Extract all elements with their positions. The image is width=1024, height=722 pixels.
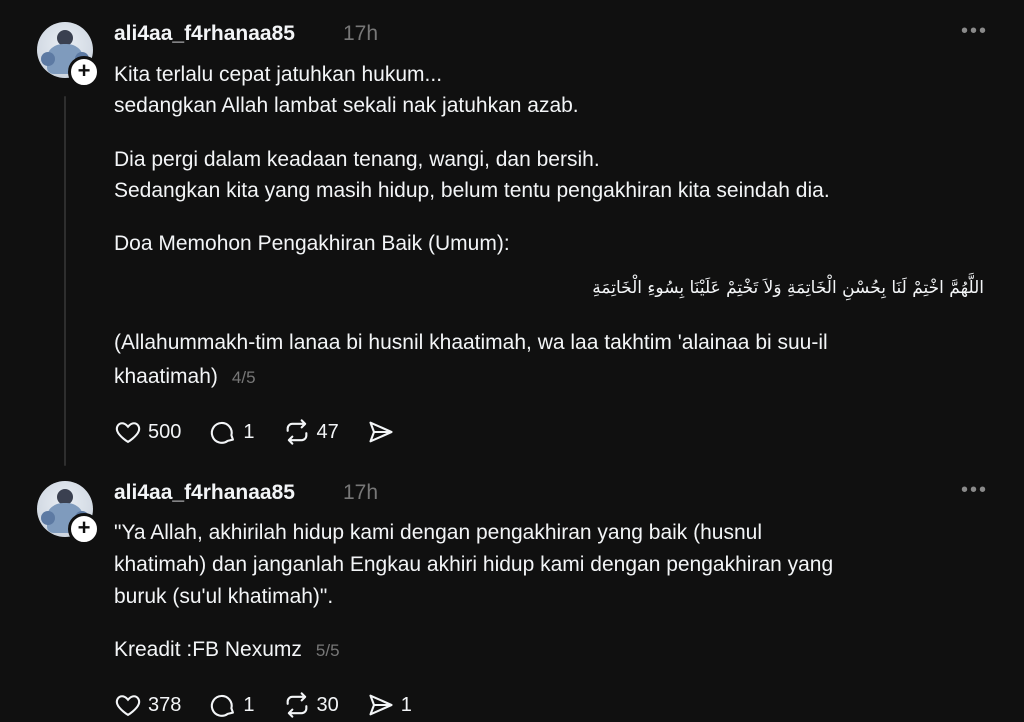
post-credit: Kreadit :FB Nexumz 5/5	[114, 634, 994, 666]
thread-connector-line	[64, 96, 66, 466]
repost-icon	[286, 419, 307, 445]
repost-count: 30	[316, 693, 339, 716]
share-count: 1	[400, 693, 412, 716]
post-time: 17h	[343, 22, 379, 45]
comment-icon	[211, 421, 235, 444]
username[interactable]: ali4aa_f4rhanaa85	[114, 22, 295, 46]
like-count: 500	[148, 420, 182, 443]
follow-plus-button[interactable]: +	[68, 56, 100, 88]
send-icon	[369, 694, 393, 716]
repost-button[interactable]: 47	[283, 418, 339, 446]
arabic-prayer: اللَّهُمَّ اخْتِمْ لَنَا بِحُسْنِ الْخَا…	[592, 278, 984, 298]
share-button[interactable]: 1	[367, 691, 412, 719]
reply-button[interactable]: 1	[209, 418, 255, 446]
reply-button[interactable]: 1	[209, 691, 255, 719]
post-quote: buruk (su'ul khatimah)".	[114, 585, 334, 608]
post-quote: khatimah) dan janganlah Engkau akhiri hi…	[114, 553, 834, 576]
repost-icon	[286, 692, 307, 718]
post-quote: "Ya Allah, akhirilah hidup kami dengan p…	[114, 521, 762, 544]
post-transliteration: (Allahummakh-tim lanaa bi husnil khaatim…	[114, 331, 828, 354]
transliteration-tail: khaatimah)	[114, 365, 218, 388]
more-options-icon[interactable]: •••	[961, 20, 988, 43]
thread-page-indicator: 5/5	[315, 641, 340, 660]
username[interactable]: ali4aa_f4rhanaa85	[114, 481, 295, 505]
credit-text: Kreadit :FB Nexumz	[114, 638, 302, 661]
heart-icon	[115, 422, 141, 444]
like-button[interactable]: 378	[114, 691, 181, 719]
post-paragraph: Doa Memohon Pengakhiran Baik (Umum):	[114, 232, 510, 255]
reply-count: 1	[243, 420, 255, 443]
repost-count: 47	[316, 420, 339, 443]
reply-count: 1	[243, 693, 255, 716]
share-button[interactable]	[367, 418, 401, 446]
post-transliteration-end: khaatimah) 4/5	[114, 361, 994, 393]
post-paragraph: Dia pergi dalam keadaan tenang, wangi, d…	[114, 148, 600, 171]
post-paragraph: sedangkan Allah lambat sekali nak jatuhk…	[114, 94, 579, 117]
like-count: 378	[148, 693, 182, 716]
send-icon	[369, 421, 393, 443]
post-paragraph: Sedangkan kita yang masih hidup, belum t…	[114, 179, 830, 202]
post-actions: 378 1 30 1	[114, 690, 440, 720]
follow-plus-button[interactable]: +	[68, 513, 100, 545]
post-actions: 500 1 47	[114, 417, 429, 447]
post-time: 17h	[343, 481, 379, 504]
like-button[interactable]: 500	[114, 418, 181, 446]
repost-button[interactable]: 30	[283, 691, 339, 719]
thread-page-indicator: 4/5	[231, 368, 256, 387]
comment-icon	[211, 694, 235, 717]
post-paragraph: Kita terlalu cepat jatuhkan hukum...	[114, 63, 443, 86]
heart-icon	[115, 695, 141, 717]
more-options-icon[interactable]: •••	[961, 479, 988, 502]
